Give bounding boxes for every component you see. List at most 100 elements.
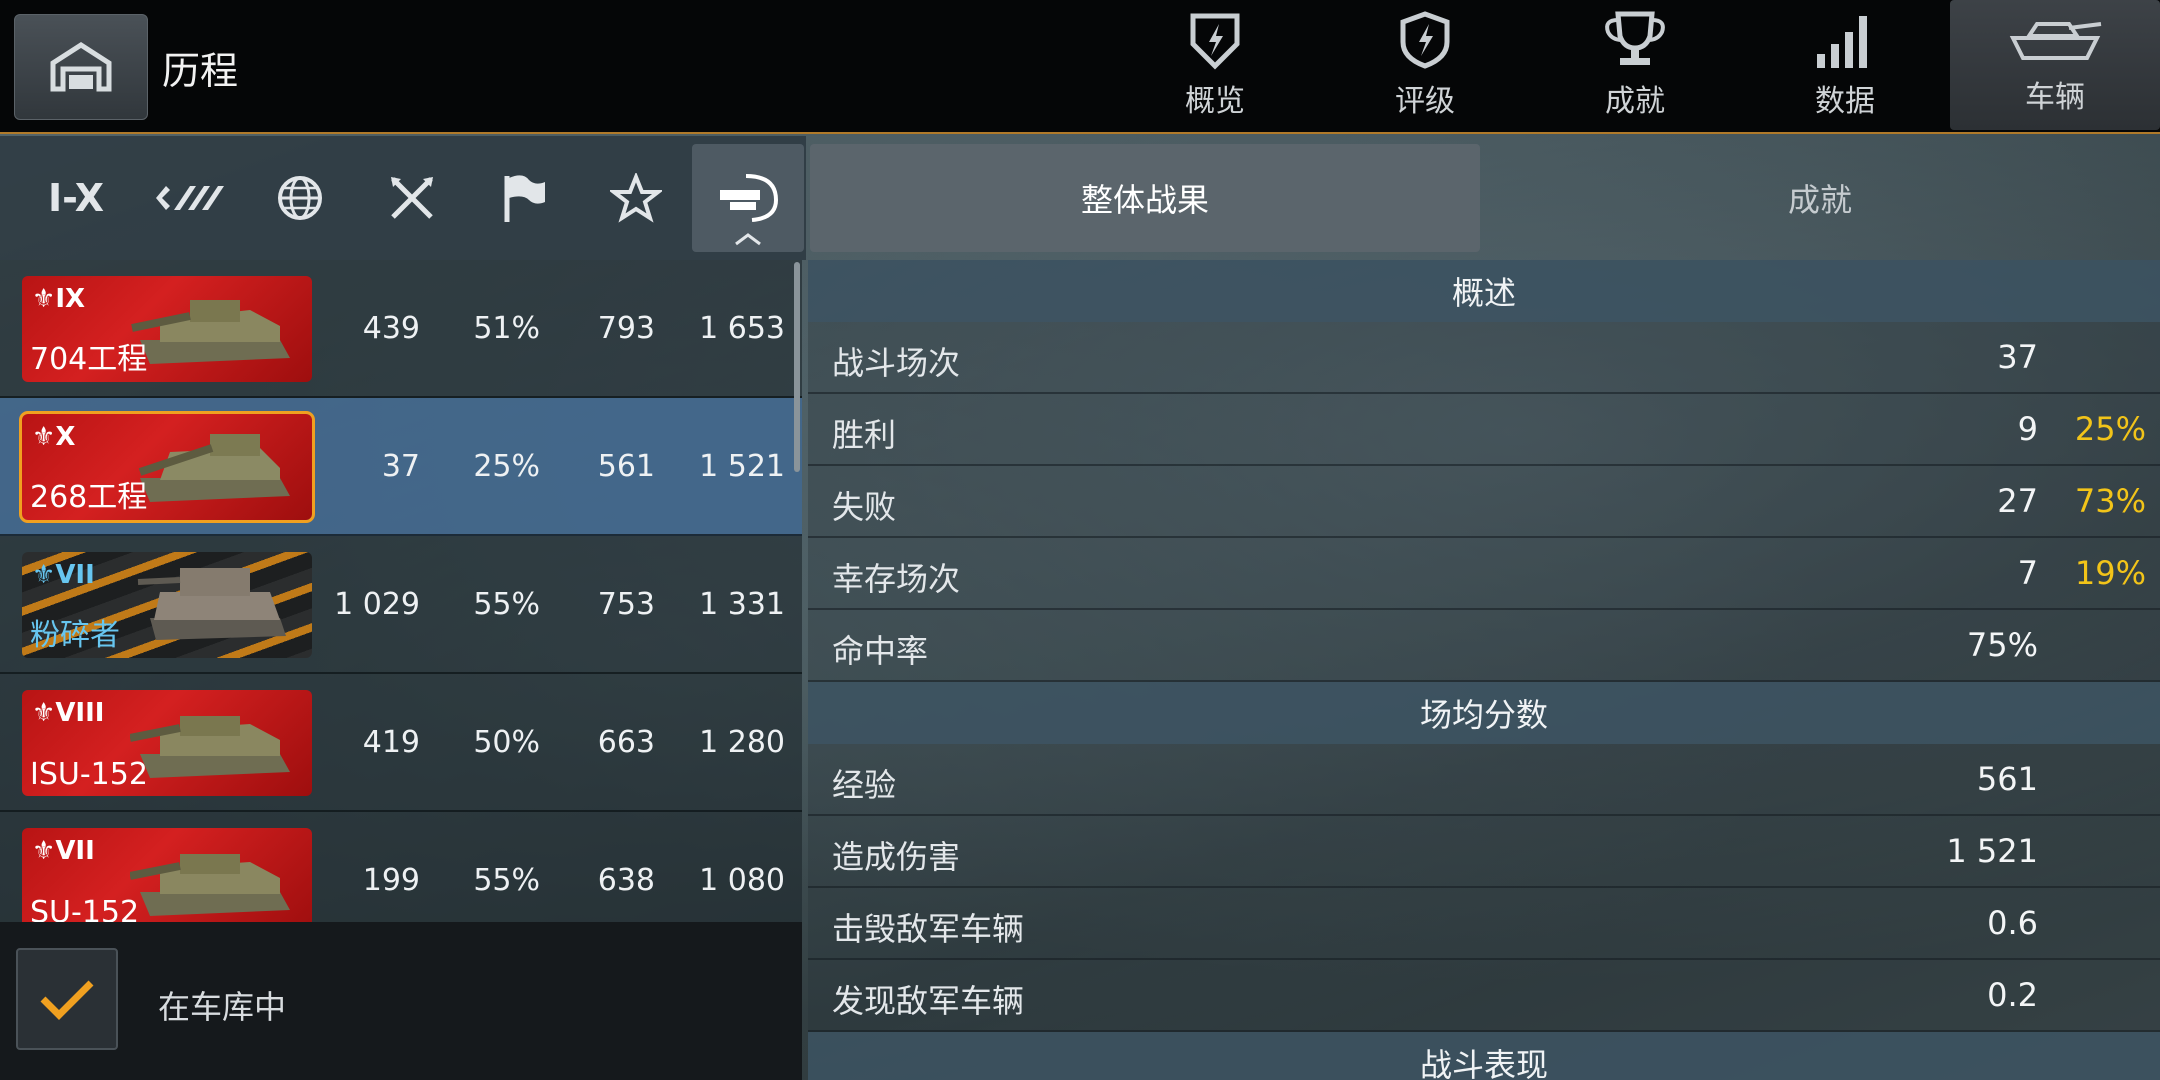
vehicle-card: ⚜VII SU-152 (22, 828, 312, 922)
win-rate: 51% (473, 310, 540, 346)
main-nav-tabs: 概览 评级 成就 数据 车辆 (1110, 0, 2160, 130)
overview-section-header: 概述 (808, 260, 2160, 322)
vehicle-class-icon (156, 186, 224, 210)
stat-label: 经验 (832, 766, 897, 804)
battles-count: 439 (362, 310, 420, 346)
vehicle-name: ISU-152 (30, 757, 148, 792)
tier-filter-button[interactable]: I-X (20, 144, 132, 252)
average-damage: 1 653 (699, 310, 785, 346)
tab-achievements[interactable]: 成就 (1530, 0, 1740, 130)
stat-row-battles: 战斗场次 37 (808, 322, 2160, 394)
flag-filter-button[interactable] (468, 144, 580, 252)
flag-icon (504, 175, 545, 222)
tank-image (130, 716, 290, 778)
tab-statistics-label: 数据 (1815, 84, 1875, 119)
garage-home-button[interactable] (14, 14, 148, 120)
tier-label: ⚜VII (32, 560, 95, 590)
tier-label: ⚜IX (32, 284, 86, 314)
battles-count: 419 (362, 724, 420, 760)
stat-label: 战斗场次 (832, 344, 961, 382)
average-section-header: 场均分数 (808, 682, 2160, 744)
favorite-filter-button[interactable] (580, 144, 692, 252)
win-rate: 50% (473, 724, 540, 760)
tier-label: ⚜VII (32, 836, 95, 866)
stat-value: 27 (1997, 482, 2038, 520)
stat-percent: 19% (2074, 554, 2146, 592)
stat-label: 发现敌军车辆 (832, 982, 1025, 1020)
stat-value: 37 (1997, 338, 2038, 376)
battles-count: 199 (362, 862, 420, 898)
top-bar: 历程 概览 评级 成就 数据 车辆 (0, 0, 2160, 134)
vehicle-row-selected[interactable]: ⚜X 268工程 37 25% 561 1 521 (0, 398, 802, 536)
vehicle-list[interactable]: ⚜IX 704工程 439 51% 793 1 653 ⚜X 268工程 37 … (0, 260, 802, 922)
tab-achievements-label: 成就 (1605, 84, 1665, 119)
vehicle-row[interactable]: ⚜VII 粉碎者 1 029 55% 753 1 331 (0, 536, 802, 674)
globe-icon (278, 176, 322, 220)
battles-count: 37 (381, 448, 420, 484)
trophy-icon (1605, 11, 1665, 65)
vehicle-stats-panel: 概述 战斗场次 37 胜利 9 25% 失败 27 73% 幸存场次 7 19%… (808, 260, 2160, 1080)
vehicle-name: SU-152 (30, 895, 140, 922)
win-rate: 55% (473, 586, 540, 622)
stat-row-destroyed: 击毁敌军车辆 0.6 (808, 888, 2160, 960)
sort-column-button[interactable] (692, 144, 804, 252)
vehicle-list-scrollbar[interactable] (794, 262, 800, 472)
tab-statistics[interactable]: 数据 (1740, 0, 1950, 130)
vehicle-row[interactable]: ⚜VII SU-152 199 55% 638 1 080 (0, 812, 802, 922)
crossed-swords-icon (391, 177, 433, 219)
average-experience: 663 (597, 724, 655, 760)
stat-row-damage: 造成伤害 1 521 (808, 816, 2160, 888)
vehicle-name: 704工程 (30, 342, 148, 377)
average-damage: 1 080 (699, 862, 785, 898)
stat-value: 561 (1976, 760, 2038, 798)
stat-percent: 25% (2074, 410, 2146, 448)
vehicle-name: 粉碎者 (30, 618, 120, 653)
average-damage: 1 521 (699, 448, 785, 484)
battle-type-filter-button[interactable] (356, 144, 468, 252)
chevron-up-icon (735, 233, 761, 246)
average-experience: 753 (597, 586, 655, 622)
stat-value: 0.2 (1987, 976, 2038, 1014)
vehicle-card: ⚜X 268工程 (19, 411, 315, 523)
stat-label: 命中率 (832, 632, 929, 670)
checkmark-icon (40, 980, 94, 1020)
vehicle-card: ⚜IX 704工程 (22, 276, 312, 382)
gun-sort-icon (720, 174, 779, 222)
tank-image (130, 854, 290, 916)
vehicle-row[interactable]: ⚜IX 704工程 439 51% 793 1 653 (0, 260, 802, 398)
tier-filter-label: I-X (47, 176, 105, 220)
stat-value: 9 (2017, 410, 2038, 448)
tab-vehicles[interactable]: 车辆 (1950, 0, 2160, 130)
vehicle-card: ⚜VII 粉碎者 (22, 552, 312, 658)
stat-percent: 73% (2074, 482, 2146, 520)
vehicle-name: 268工程 (30, 480, 148, 515)
stat-row-spotted: 发现敌军车辆 0.2 (808, 960, 2160, 1032)
performance-section-header: 战斗表现 (808, 1032, 2160, 1080)
page-title: 历程 (162, 49, 239, 93)
stat-value: 75% (1966, 626, 2038, 664)
vehicle-filter-bar: I-X (0, 136, 806, 260)
vehicle-class-filter-button[interactable] (132, 144, 244, 252)
tank-image (131, 300, 290, 364)
stat-value: 1 521 (1946, 832, 2038, 870)
stat-row-experience: 经验 561 (808, 744, 2160, 816)
tank-image (138, 434, 290, 502)
vehicle-row[interactable]: ⚜VIII ISU-152 419 50% 663 1 280 (0, 674, 802, 812)
stat-value: 0.6 (1987, 904, 2038, 942)
stat-label: 幸存场次 (832, 560, 961, 598)
tab-overall-results[interactable]: 整体战果 (810, 144, 1480, 252)
stat-row-victories: 胜利 9 25% (808, 394, 2160, 466)
nation-filter-button[interactable] (244, 144, 356, 252)
average-experience: 638 (597, 862, 655, 898)
tab-vehicle-achievements[interactable]: 成就 (1480, 144, 2160, 252)
win-rate: 25% (473, 448, 540, 484)
stat-row-defeats: 失败 27 73% (808, 466, 2160, 538)
battles-count: 1 029 (334, 586, 420, 622)
tab-rating[interactable]: 评级 (1320, 0, 1530, 130)
in-garage-checkbox[interactable] (16, 948, 118, 1050)
rating-shield-icon (1400, 11, 1450, 69)
tab-overview[interactable]: 概览 (1110, 0, 1320, 130)
stat-label: 胜利 (832, 416, 897, 454)
vehicle-card: ⚜VIII ISU-152 (22, 690, 312, 796)
stat-value: 7 (2017, 554, 2038, 592)
